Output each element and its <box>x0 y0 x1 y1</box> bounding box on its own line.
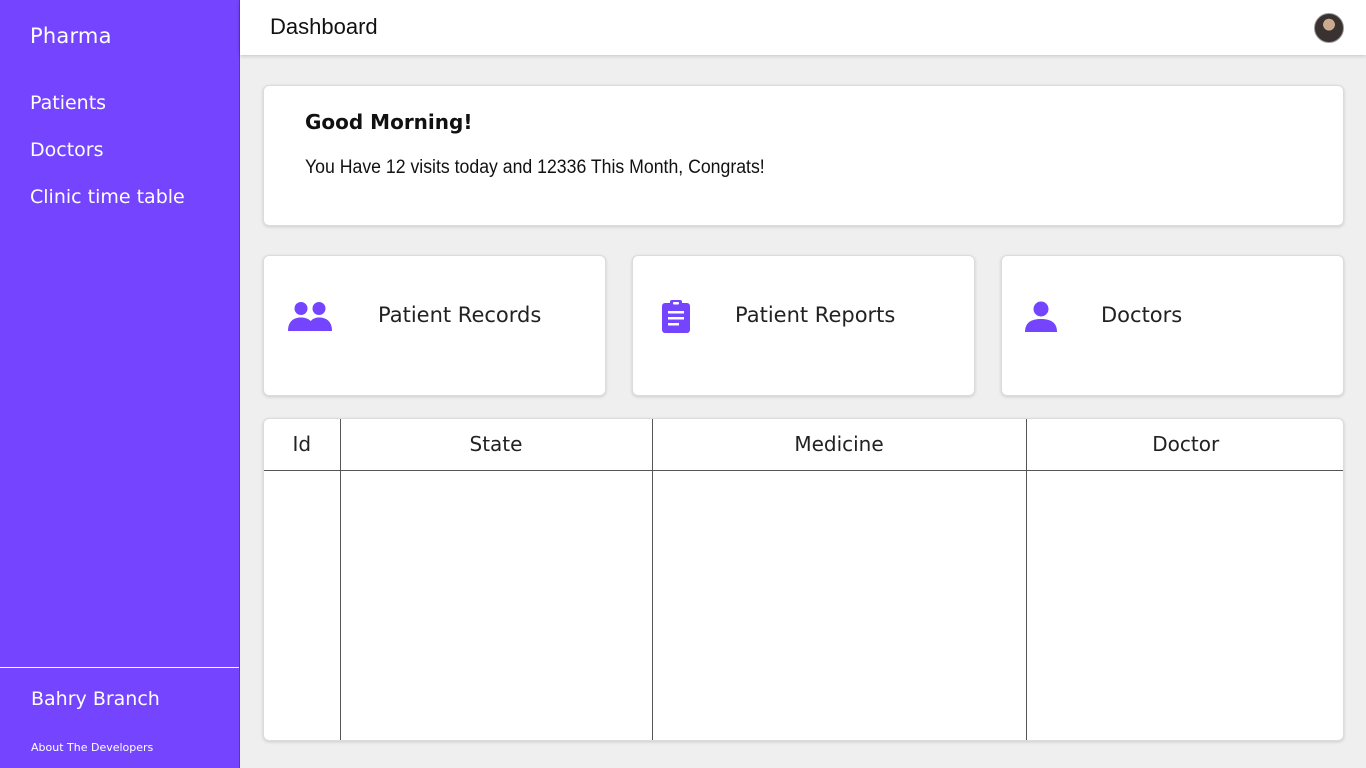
greeting-title: Good Morning! <box>305 110 473 134</box>
doctors-label: Doctors <box>1101 303 1183 327</box>
group-icon <box>286 300 334 336</box>
patient-records-card[interactable]: Patient Records <box>263 255 606 396</box>
brand-title[interactable]: Pharma <box>30 24 112 48</box>
patient-records-label: Patient Records <box>378 303 542 327</box>
about-developers-link[interactable]: About The Developers <box>31 741 153 754</box>
patient-reports-label: Patient Reports <box>735 303 896 327</box>
column-header-medicine[interactable]: Medicine <box>652 419 1027 471</box>
greeting-card: Good Morning! You Have 12 visits today a… <box>263 85 1344 226</box>
sidebar-divider <box>0 667 239 668</box>
table-cell-state <box>340 470 653 740</box>
table-cell-doctor <box>1026 470 1343 740</box>
records-table: Id State Medicine Doctor <box>263 418 1344 741</box>
column-header-doctor[interactable]: Doctor <box>1026 419 1343 471</box>
sidebar-item-patients[interactable]: Patients <box>30 92 106 114</box>
column-header-id[interactable]: Id <box>264 419 341 471</box>
user-avatar[interactable] <box>1314 13 1344 43</box>
sidebar-item-clinic-time-table[interactable]: Clinic time table <box>30 186 185 208</box>
table-cell-id <box>264 470 341 740</box>
table-cell-medicine <box>652 470 1027 740</box>
top-bar: Dashboard <box>240 0 1366 55</box>
patient-reports-card[interactable]: Patient Reports <box>632 255 975 396</box>
sidebar-item-doctors[interactable]: Doctors <box>30 139 104 161</box>
greeting-message: You Have 12 visits today and 12336 This … <box>305 157 765 178</box>
column-header-state[interactable]: State <box>340 419 653 471</box>
sidebar: Pharma Patients Doctors Clinic time tabl… <box>0 0 240 768</box>
branch-name: Bahry Branch <box>31 688 160 710</box>
person-icon <box>1022 300 1070 336</box>
doctors-card[interactable]: Doctors <box>1001 255 1344 396</box>
table-body <box>264 470 1343 740</box>
page-title: Dashboard <box>270 14 378 39</box>
clipboard-icon <box>657 300 705 336</box>
